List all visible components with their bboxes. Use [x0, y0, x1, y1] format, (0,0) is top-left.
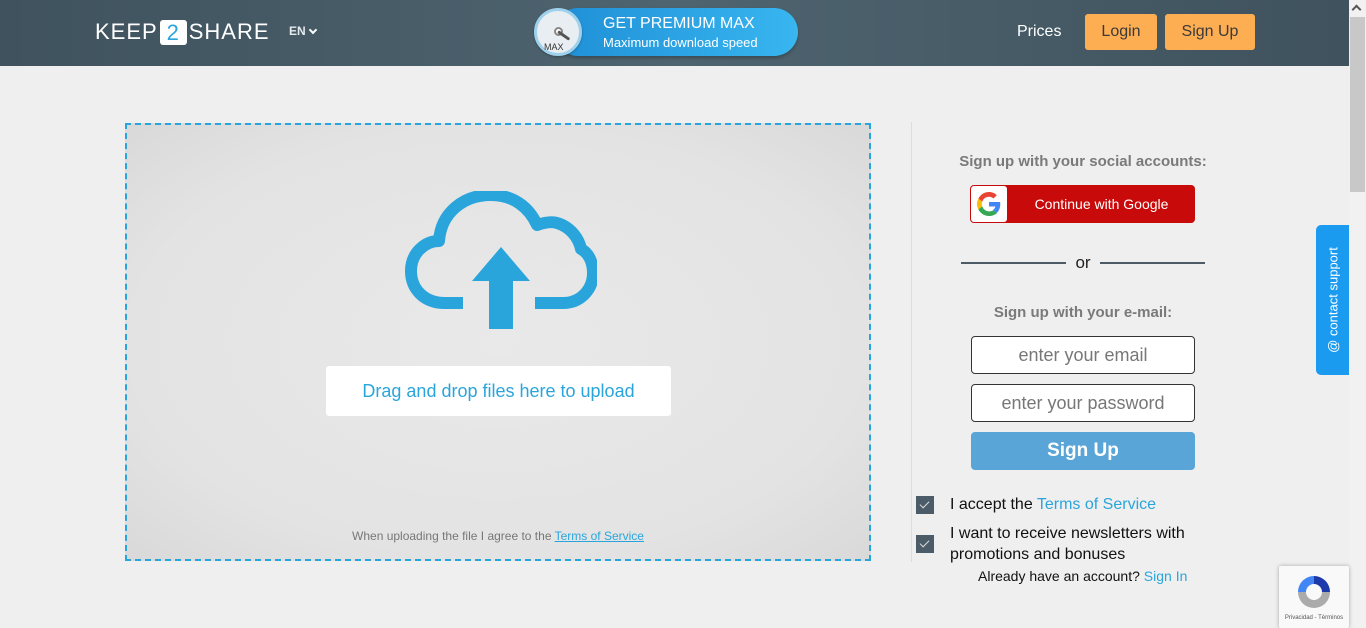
email-input[interactable] [971, 336, 1195, 374]
header-signup-button[interactable]: Sign Up [1165, 14, 1255, 50]
recaptcha-terms[interactable]: Privacidad - Términos [1279, 615, 1349, 621]
top-header: KEEP 2 SHARE EN MAX GET PREMIUM MAX Maxi… [0, 0, 1349, 66]
logo-number: 2 [159, 19, 187, 45]
language-label: EN [289, 24, 306, 38]
password-input[interactable] [971, 384, 1195, 422]
logo-text-left: KEEP [95, 19, 158, 44]
email-signup-title: Sign up with your e-mail: [993, 304, 1173, 321]
nav-prices-link[interactable]: Prices [1017, 23, 1061, 41]
drag-drop-button[interactable]: Drag and drop files here to upload [326, 366, 671, 416]
contact-support-tab[interactable]: @ contact support [1316, 225, 1349, 375]
continue-with-google-button[interactable]: Continue with Google [970, 185, 1195, 223]
or-separator: or [961, 253, 1205, 273]
language-selector[interactable]: EN [289, 24, 317, 38]
social-signup-title: Sign up with your social accounts: [959, 153, 1207, 170]
sign-in-link[interactable]: Sign In [1144, 568, 1188, 584]
gauge-label: MAX [544, 42, 564, 52]
google-button-label: Continue with Google [1034, 196, 1169, 212]
get-premium-banner[interactable]: MAX GET PREMIUM MAX Maximum download spe… [534, 8, 798, 56]
premium-subtitle: Maximum download speed [603, 35, 758, 50]
newsletter-label: I want to receive newsletters with promo… [950, 525, 1185, 563]
signup-submit-button[interactable]: Sign Up [971, 432, 1195, 470]
page-scrollbar[interactable] [1349, 0, 1366, 628]
recaptcha-icon [1298, 576, 1330, 608]
contact-support-label: @ contact support [1325, 247, 1340, 353]
terms-of-service-link[interactable]: Terms of Service [1037, 496, 1156, 513]
already-have-account: Already have an account? Sign In [978, 568, 1187, 584]
vertical-divider [911, 122, 912, 562]
accept-terms-prefix: I accept the [950, 496, 1033, 513]
upload-terms-link[interactable]: Terms of Service [555, 529, 644, 543]
accept-terms-checkbox[interactable] [916, 496, 934, 514]
login-button[interactable]: Login [1085, 14, 1157, 50]
google-icon [971, 186, 1007, 222]
upload-terms-prefix: When uploading the file I agree to the [352, 529, 552, 543]
upload-terms-note: When uploading the file I agree to the T… [127, 529, 869, 543]
newsletter-checkbox[interactable] [916, 535, 934, 553]
accept-terms-label: I accept the Terms of Service [950, 494, 1156, 515]
recaptcha-badge[interactable]: Privacidad - Términos [1279, 566, 1349, 628]
cloud-upload-icon [405, 191, 597, 329]
upload-dropzone[interactable]: Drag and drop files here to upload When … [125, 123, 871, 561]
chevron-down-icon [308, 25, 317, 34]
speedometer-icon: MAX [534, 8, 582, 56]
scrollbar-thumb[interactable] [1350, 17, 1365, 192]
logo-text-right: SHARE [188, 19, 270, 44]
premium-title: GET PREMIUM MAX [603, 15, 755, 32]
scroll-up-arrow-icon[interactable] [1351, 4, 1362, 15]
already-text: Already have an account? [978, 568, 1140, 584]
keep2share-logo[interactable]: KEEP 2 SHARE [95, 19, 270, 45]
separator-line-right [1100, 262, 1205, 264]
